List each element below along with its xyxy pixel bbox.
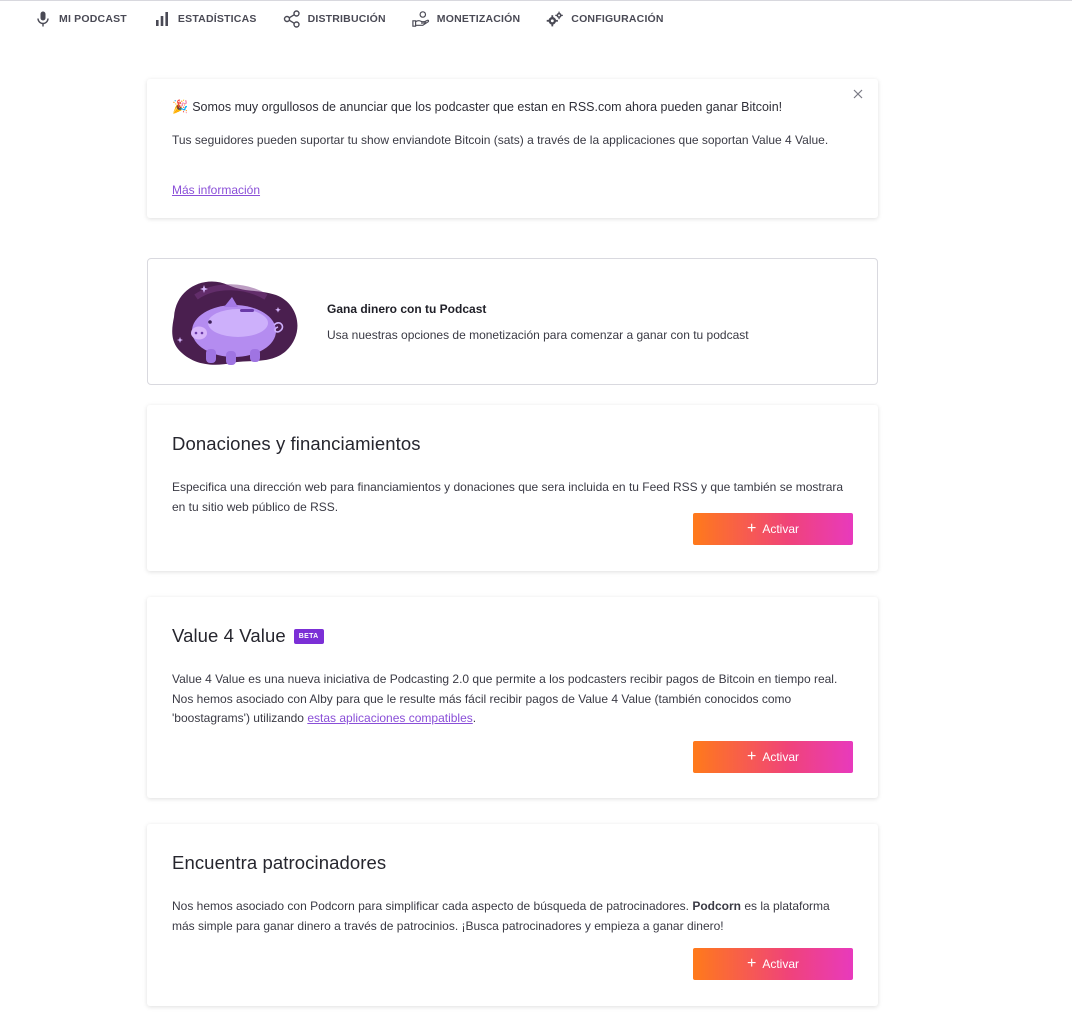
main-nav: MI PODCAST ESTADÍSTICAS DISTRIBUCIÓN MON… [34, 8, 690, 30]
card-title: Value 4 Value [172, 625, 286, 646]
promo-title: Gana dinero con tu Podcast [327, 302, 487, 316]
plus-icon: + [746, 520, 757, 537]
share-icon [283, 10, 301, 28]
card-title: Donaciones y financiamientos [172, 433, 421, 454]
plus-icon: + [746, 748, 757, 765]
monetize-promo: Gana dinero con tu Podcast Usa nuestras … [147, 258, 878, 385]
hand-coin-icon [412, 10, 430, 28]
more-info-link[interactable]: Más información [172, 183, 260, 197]
description-text: Value 4 Value es una nueva iniciativa de… [172, 672, 838, 725]
nav-item-monetizacion[interactable]: MONETIZACIÓN [412, 10, 520, 28]
party-popper-icon: 🎉 [172, 99, 189, 114]
bitcoin-announcement: 🎉 Somos muy orgullosos de anunciar que l… [147, 79, 878, 218]
sponsors-card: Encuentra patrocinadores Nos hemos asoci… [147, 824, 878, 1006]
donations-card: Donaciones y financiamientos Especifica … [147, 405, 878, 571]
button-label: Activar [762, 750, 800, 764]
card-title: Encuentra patrocinadores [172, 852, 387, 873]
announcement-body: Tus seguidores pueden suportar tu show e… [172, 133, 829, 147]
bar-chart-icon [153, 10, 171, 28]
button-label: Activar [762, 957, 800, 971]
close-icon[interactable] [851, 87, 865, 101]
nav-label: ESTADÍSTICAS [177, 13, 257, 25]
donations-title: Donaciones y financiamientos [172, 433, 421, 455]
nav-label: DISTRIBUCIÓN [307, 13, 386, 25]
nav-item-estadisticas[interactable]: ESTADÍSTICAS [153, 10, 257, 28]
promo-description: Usa nuestras opciones de monetización pa… [327, 328, 749, 342]
nav-label: MI PODCAST [59, 13, 127, 25]
beta-badge: BETA [293, 628, 324, 644]
button-label: Activar [762, 522, 800, 536]
announcement-headline-row: 🎉 Somos muy orgullosos de anunciar que l… [172, 99, 782, 115]
value4value-card: Value 4 Value BETA Value 4 Value es una … [147, 597, 878, 798]
activate-value4value-button[interactable]: + Activar [693, 741, 853, 773]
value4value-title: Value 4 Value BETA [172, 625, 324, 647]
podcorn-bold: Podcorn [692, 899, 741, 913]
piggy-bank-illustration [166, 277, 302, 367]
announcement-headline: Somos muy orgullosos de anunciar que los… [192, 100, 783, 114]
nav-item-mi-podcast[interactable]: MI PODCAST [34, 10, 127, 28]
nav-label: MONETIZACIÓN [436, 13, 521, 25]
plus-icon: + [746, 955, 757, 972]
value4value-description: Value 4 Value es una nueva iniciativa de… [172, 670, 848, 729]
nav-item-distribucion[interactable]: DISTRIBUCIÓN [283, 10, 386, 28]
activate-sponsors-button[interactable]: + Activar [693, 948, 853, 980]
sponsors-description: Nos hemos asociado con Podcorn para simp… [172, 897, 848, 936]
donations-description: Especifica una dirección web para financ… [172, 480, 844, 514]
nav-label: CONFIGURACIÓN [571, 13, 664, 25]
top-border [0, 0, 1072, 1]
activate-donations-button[interactable]: + Activar [693, 513, 853, 545]
nav-item-configuracion[interactable]: CONFIGURACIÓN [546, 10, 664, 28]
compatible-apps-link[interactable]: estas aplicaciones compatibles [307, 711, 472, 725]
microphone-icon [34, 10, 52, 28]
gears-icon [546, 10, 564, 28]
sponsors-title: Encuentra patrocinadores [172, 852, 386, 874]
description-text: Nos hemos asociado con Podcorn para simp… [172, 899, 693, 913]
description-tail: . [472, 711, 477, 725]
